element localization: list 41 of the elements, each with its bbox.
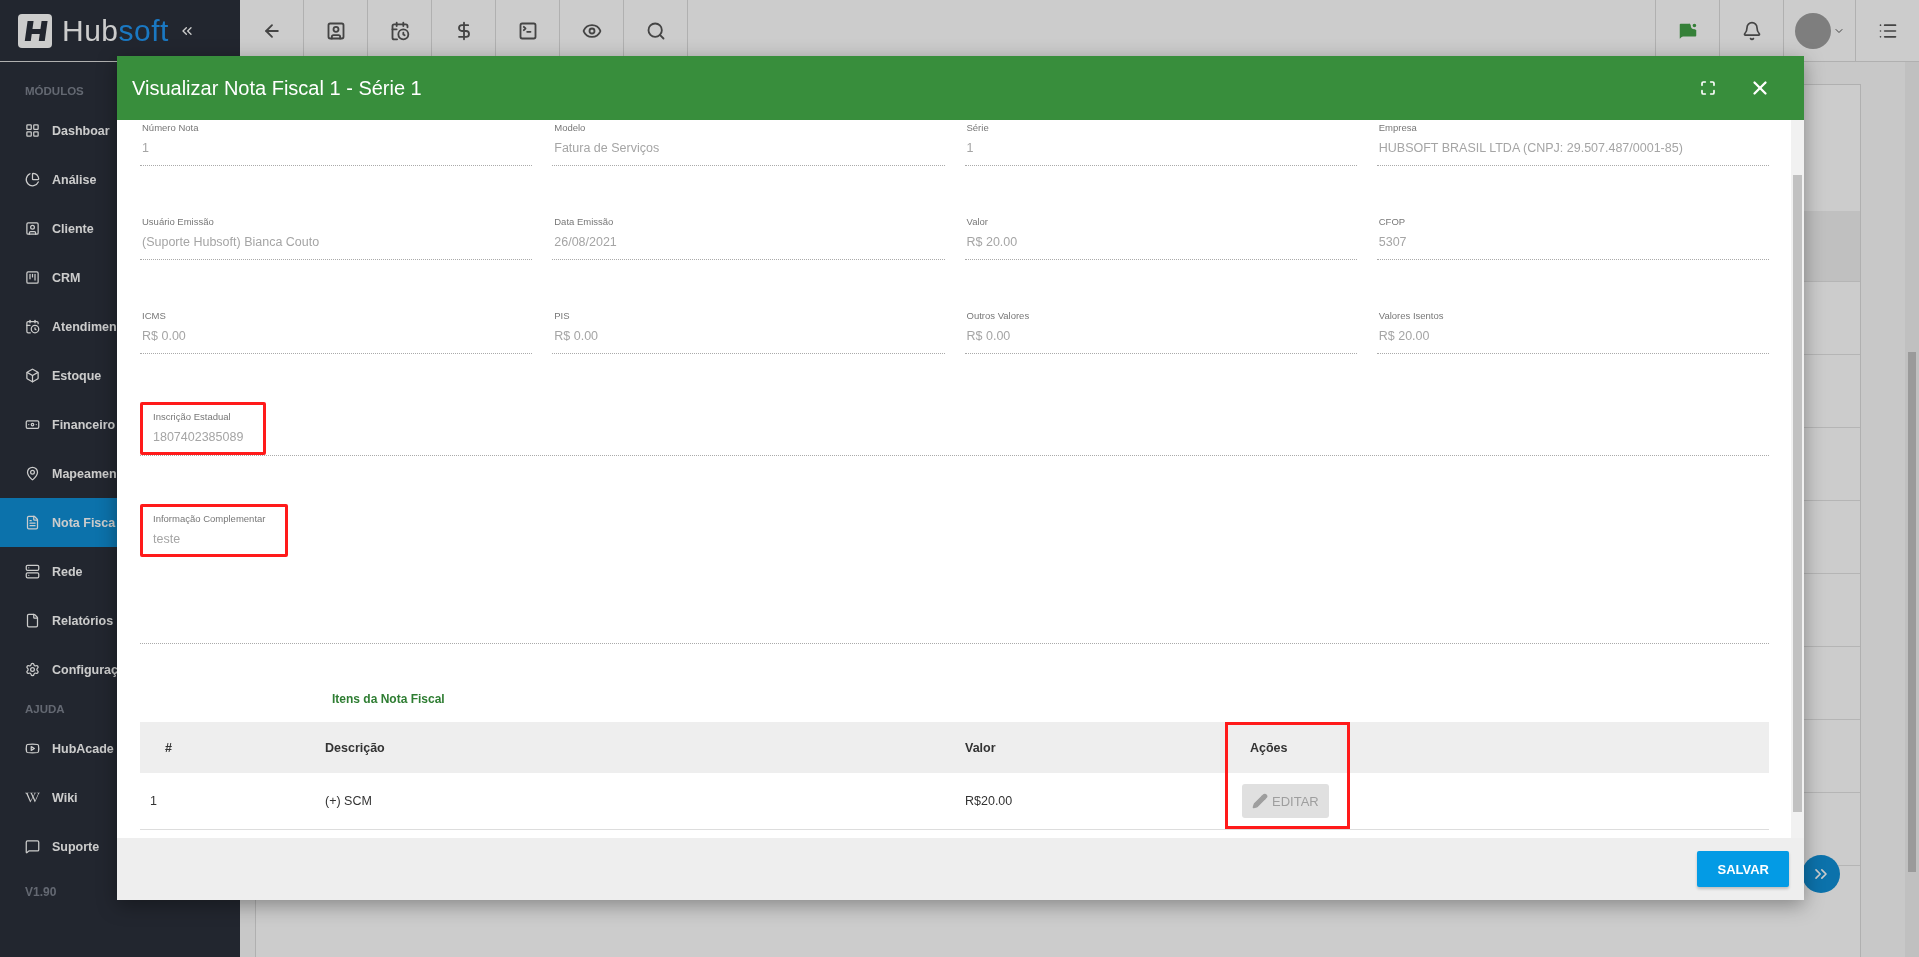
field-label: Série bbox=[966, 122, 989, 133]
section-title: Itens da Nota Fiscal bbox=[332, 692, 446, 706]
field-value: 26/08/2021 bbox=[554, 235, 617, 249]
field-value: Fatura de Serviços bbox=[554, 141, 660, 155]
column-header: Valor bbox=[940, 722, 1225, 773]
field-value: 1807402385089 bbox=[153, 430, 244, 444]
field-value: R$ 20.00 bbox=[1378, 329, 1431, 343]
field-label: Número Nota bbox=[142, 122, 199, 133]
field-label: Outros Valores bbox=[966, 310, 1030, 321]
table-cell: (+) SCM bbox=[300, 773, 940, 830]
table-cell: 1 bbox=[140, 773, 300, 830]
column-header: Ações bbox=[1225, 722, 1350, 773]
field-value: HUBSOFT BRASIL LTDA (CNPJ: 29.507.487/0001-85) bbox=[1378, 141, 1683, 155]
field-label: Inscrição Estadual bbox=[153, 411, 232, 422]
field-label: Usuário Emissão bbox=[142, 216, 215, 227]
field-value: 1 bbox=[966, 141, 975, 155]
version-label: V1.90 bbox=[24, 884, 58, 901]
field-value: R$ 0.00 bbox=[966, 329, 1012, 343]
column-header: Descrição bbox=[300, 722, 940, 773]
table-cell: R$20.00 bbox=[940, 773, 1225, 830]
field-label: Data Emissão bbox=[554, 216, 615, 227]
field-value: R$ 0.00 bbox=[142, 329, 186, 343]
field-value: 1 bbox=[142, 141, 150, 155]
field-label: Valor bbox=[966, 216, 989, 227]
dialog-title: Visualizar Nota Fiscal 1 - Série 1 bbox=[132, 76, 423, 100]
field-label: Empresa bbox=[1378, 122, 1418, 133]
field-label: PIS bbox=[554, 310, 571, 321]
column-header: # bbox=[140, 722, 300, 773]
field-value: R$ 0.00 bbox=[554, 329, 599, 343]
field-label: Valores Isentos bbox=[1378, 310, 1444, 321]
field-label: Modelo bbox=[554, 122, 587, 133]
field-value: (Suporte Hubsoft) Bianca Couto bbox=[142, 235, 320, 249]
field-value: 5307 bbox=[1378, 235, 1407, 249]
sidebar-section-title: AJUDA bbox=[24, 702, 66, 717]
field-value: teste bbox=[153, 532, 182, 546]
field-label: CFOP bbox=[1378, 216, 1407, 227]
field-value: R$ 20.00 bbox=[966, 235, 1018, 249]
sidebar-section-title: MÓDULOS bbox=[24, 84, 85, 99]
field-label: Informação Complementar bbox=[153, 513, 266, 524]
logo-text: Hubsoft bbox=[62, 13, 169, 48]
field-label: ICMS bbox=[142, 310, 167, 321]
